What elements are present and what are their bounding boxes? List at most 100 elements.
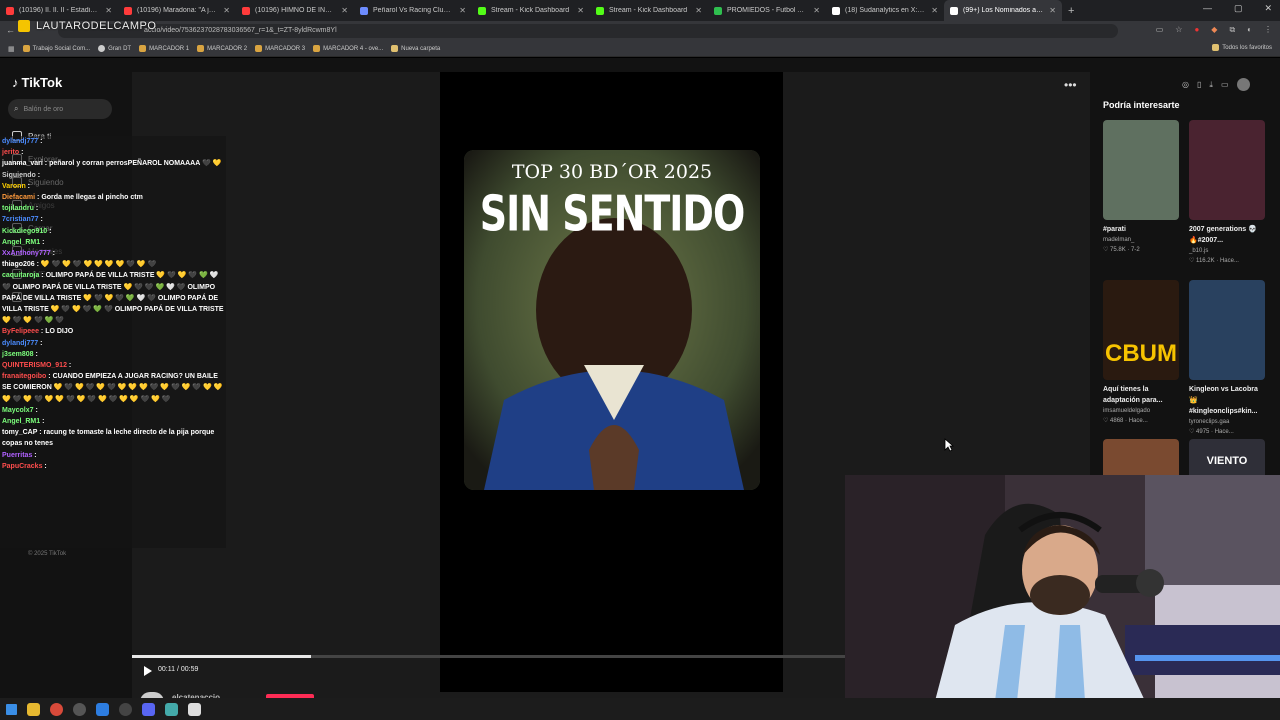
chat-username[interactable]: Kickdiego910 — [2, 228, 47, 235]
bookmark-item[interactable]: MARCADOR 3 — [255, 45, 305, 52]
video-thumbnail[interactable] — [1189, 280, 1265, 380]
bookmark-star-icon[interactable]: ☆ — [1175, 25, 1182, 35]
chat-username[interactable]: Varonn — [2, 183, 26, 190]
chat-username[interactable]: Puerritas — [2, 452, 32, 459]
more-options-icon[interactable]: ••• — [1064, 78, 1077, 92]
video-progress-bar[interactable] — [132, 655, 846, 658]
close-tab-icon[interactable]: ✕ — [223, 6, 230, 15]
recommended-video-card[interactable]: 2007 generations 💀🔥#2007... _b10.js ♡ 116.… — [1189, 120, 1265, 266]
recommended-video-card[interactable] — [1103, 439, 1179, 475]
browser-tab[interactable]: (18) Sudanalytics en X: "¿Opini ✕ — [826, 0, 944, 21]
bookmark-item[interactable]: MARCADOR 2 — [197, 45, 247, 52]
chat-username[interactable]: PapuCracks — [2, 463, 42, 470]
chrome-icon[interactable] — [50, 702, 63, 716]
recommended-video-card[interactable]: #parati madelman_ ♡ 75.8K · 7-2 — [1103, 120, 1179, 255]
video-thumbnail[interactable]: TOP 30 BD´OR 2025 SIN SENTIDO — [464, 150, 760, 490]
minimize-icon[interactable]: — — [1203, 3, 1212, 14]
bookmark-item[interactable]: MARCADOR 4 - ove... — [313, 45, 383, 52]
recommended-video-card[interactable]: VIENTO — [1189, 439, 1265, 475]
apps-grid-icon[interactable]: ▦ — [8, 45, 15, 53]
close-tab-icon[interactable]: ✕ — [341, 6, 348, 15]
card-caption[interactable]: 2007 generations 💀🔥#2007... — [1189, 224, 1265, 246]
browser-tab[interactable]: PROMIEDOS - Futbol Argentin ✕ — [708, 0, 826, 21]
chat-username[interactable]: QUINTERISMO_912 — [2, 362, 67, 369]
chat-username[interactable]: jerito — [2, 149, 19, 156]
chat-username[interactable]: Maycolx7 — [2, 407, 34, 414]
menu-dots-icon[interactable]: ⋮ — [1264, 25, 1272, 35]
close-tab-icon[interactable]: ✕ — [105, 6, 112, 15]
windows-start-icon[interactable] — [6, 703, 17, 715]
bookmark-item[interactable]: Gran DT — [98, 45, 131, 52]
card-author[interactable]: madelman_ — [1103, 235, 1179, 245]
video-thumbnail[interactable] — [1189, 120, 1265, 220]
extension-icon[interactable]: ◆ — [1211, 25, 1217, 35]
chat-username[interactable]: Diefacami — [2, 194, 35, 201]
close-tab-icon[interactable]: ✕ — [459, 6, 466, 15]
browser-tab[interactable]: Stream - Kick Dashboard ✕ — [472, 0, 590, 21]
browser-tab[interactable]: (10196) II. II. II - Estadio Único ✕ — [0, 0, 118, 21]
close-tab-icon[interactable]: ✕ — [577, 6, 584, 15]
video-thumbnail[interactable] — [1103, 439, 1179, 475]
notes-icon[interactable] — [165, 702, 178, 716]
bookmark-folder[interactable]: Nueva carpeta — [391, 45, 440, 52]
card-caption[interactable]: Kingleon vs Lacobra 👑 #kingleonclips#kin… — [1189, 384, 1265, 417]
chat-username[interactable]: Angel_RM1 — [2, 418, 40, 425]
file-explorer-icon[interactable] — [27, 702, 40, 716]
bookmark-item[interactable]: MARCADOR 1 — [139, 45, 189, 52]
chat-username[interactable]: Siguiendo — [2, 172, 36, 179]
card-caption[interactable]: #parati — [1103, 224, 1179, 235]
card-author[interactable]: _b10.js — [1189, 246, 1265, 256]
chat-username[interactable]: tojilandru — [2, 205, 34, 212]
maximize-icon[interactable]: ▢ — [1234, 3, 1243, 14]
user-avatar[interactable] — [1236, 78, 1250, 91]
extensions-puzzle-icon[interactable]: ⧉ — [1229, 25, 1235, 35]
app-icon[interactable] — [73, 702, 86, 716]
chat-username[interactable]: tomy_CAP — [2, 429, 37, 436]
search-input[interactable]: ⌕ Balón de oro — [8, 99, 112, 119]
coin-icon[interactable]: ◎ — [1182, 80, 1189, 89]
edge-icon[interactable] — [96, 702, 109, 716]
video-thumbnail[interactable]: VIENTO — [1189, 439, 1265, 475]
all-bookmarks-folder[interactable]: Todos los favoritos — [1212, 44, 1272, 51]
cast-icon[interactable]: ▭ — [1156, 25, 1164, 35]
card-author[interactable]: tyroneclips.gaa — [1189, 417, 1265, 427]
close-tab-icon[interactable]: ✕ — [1049, 6, 1056, 15]
chat-username[interactable]: thiago206 — [2, 261, 35, 268]
obs-icon[interactable] — [119, 702, 132, 716]
bookmark-item[interactable]: Trabajo Social Com... — [22, 45, 90, 52]
app-window-icon[interactable] — [188, 702, 201, 716]
chat-username[interactable]: dylandj777 — [2, 340, 38, 347]
video-thumbnail[interactable] — [1103, 120, 1179, 220]
chat-username[interactable]: 7cristian77 — [2, 216, 39, 223]
browser-tab[interactable]: (99+) Los Nominados al Balón de ✕ — [944, 0, 1062, 21]
video-thumbnail[interactable]: CBUM — [1103, 280, 1179, 380]
chat-username[interactable]: j3sem808 — [2, 351, 34, 358]
browser-tab[interactable]: (10196) HIMNO DE INGRESO A ✕ — [236, 0, 354, 21]
chat-username[interactable]: ByFelipeee — [2, 328, 39, 335]
download-icon[interactable]: ⤓ — [1209, 80, 1213, 90]
recommended-video-card[interactable]: Kingleon vs Lacobra 👑 #kingleonclips#kin… — [1189, 280, 1265, 437]
discord-icon[interactable] — [142, 702, 155, 716]
recommended-video-card[interactable]: CBUM Aquí tienes la adaptación para... ims… — [1103, 280, 1179, 426]
inbox-icon[interactable]: ▭ — [1221, 80, 1229, 89]
card-caption[interactable]: Aquí tienes la adaptación para... — [1103, 384, 1179, 406]
close-window-icon[interactable]: ✕ — [1264, 3, 1272, 14]
chat-username[interactable]: franaitegoibo — [2, 373, 46, 380]
back-icon[interactable]: ← — [6, 25, 15, 35]
play-icon[interactable] — [143, 665, 153, 677]
chat-username[interactable]: dylandj777 — [2, 138, 38, 145]
new-tab-button[interactable]: + — [1068, 5, 1074, 17]
browser-tab[interactable]: (10196) Maradona: "A jugar" m ✕ — [118, 0, 236, 21]
tiktok-logo[interactable]: ♪ TikTok — [12, 75, 62, 90]
profile-icon[interactable]: ◐ — [1247, 25, 1252, 35]
chat-username[interactable]: XxAnthony777 — [2, 250, 51, 257]
chat-username[interactable]: juanma_vari — [2, 160, 43, 167]
browser-tab[interactable]: Stream - Kick Dashboard ✕ — [590, 0, 708, 21]
chat-username[interactable]: Angel_RM1 — [2, 239, 40, 246]
browser-tab[interactable]: Peñarol Vs Racing Club - Resu ✕ — [354, 0, 472, 21]
close-tab-icon[interactable]: ✕ — [931, 6, 938, 15]
close-tab-icon[interactable]: ✕ — [695, 6, 702, 15]
record-icon[interactable]: ● — [1194, 25, 1199, 35]
close-tab-icon[interactable]: ✕ — [813, 6, 820, 15]
card-author[interactable]: imsamueldelgado — [1103, 406, 1179, 416]
